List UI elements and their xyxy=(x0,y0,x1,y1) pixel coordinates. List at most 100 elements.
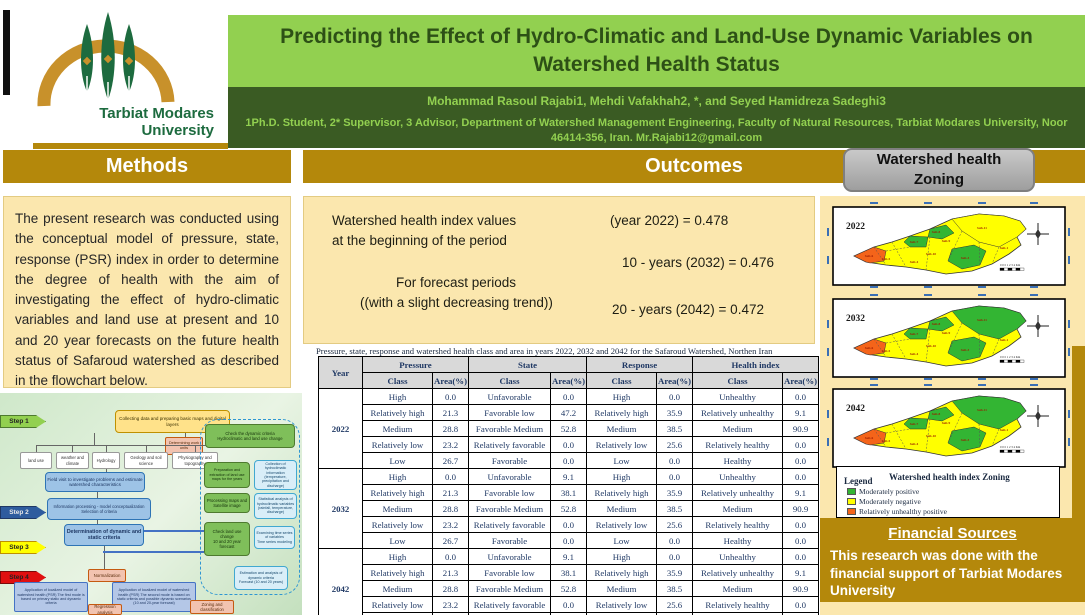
table-row: Relatively high21.3Favorable low47.2Rela… xyxy=(319,405,819,421)
table-cell: 25.6 xyxy=(657,517,693,533)
table-cell: 0.0 xyxy=(551,533,587,549)
subcol-area: Area(%) xyxy=(551,373,587,389)
table-cell: High xyxy=(587,389,657,405)
legend-item-positive: Moderately positive xyxy=(847,487,919,496)
table-cell: 26.7 xyxy=(433,533,469,549)
table-cell: 0.0 xyxy=(783,437,819,453)
table-row: 2042High0.0Unfavorable9.1High0.0Unhealth… xyxy=(319,549,819,565)
outcomes-intro-1: Watershed health index values xyxy=(332,213,516,228)
svg-text:Sub-7: Sub-7 xyxy=(910,422,919,426)
flowchart-info-processing-2: Selection of criteria xyxy=(81,509,117,514)
connector-line xyxy=(195,445,196,452)
table-cell: Relatively low xyxy=(587,517,657,533)
svg-text:0 0.5 1 2 3 4 Km: 0 0.5 1 2 3 4 Km xyxy=(1000,355,1021,359)
svg-text:Sub-7: Sub-7 xyxy=(910,240,919,244)
flowchart-processing-maps: Processing maps and Satellite image xyxy=(204,493,250,513)
outcomes-summary: Watershed health index values at the beg… xyxy=(303,196,815,344)
table-cell: Relatively healthy xyxy=(693,437,783,453)
university-logo-area: Tarbiat Modares University xyxy=(0,0,228,150)
svg-text:Sub-1: Sub-1 xyxy=(1000,246,1009,250)
subcol-class: Class xyxy=(693,373,783,389)
table-cell: 52.8 xyxy=(551,421,587,437)
table-cell: 35.9 xyxy=(657,405,693,421)
orange-swatch-icon xyxy=(847,508,856,515)
flowchart-landuse-maps: Preparation and extraction of land use m… xyxy=(204,462,250,488)
methods-heading: Methods xyxy=(3,150,291,183)
zoning-heading: Watershed health Zoning xyxy=(843,148,1035,192)
table-cell: 23.2 xyxy=(433,597,469,613)
table-cell: Medium xyxy=(363,501,433,517)
table-cell: 25.6 xyxy=(657,597,693,613)
table-cell: Favorable low xyxy=(469,565,551,581)
table-row: 2022High0.0Unfavorable0.0High0.0Unhealth… xyxy=(319,389,819,405)
connector-line xyxy=(104,546,105,569)
subcol-area: Area(%) xyxy=(433,373,469,389)
table-cell: 0.0 xyxy=(783,517,819,533)
connector-line xyxy=(97,520,98,524)
table-cell: High xyxy=(363,549,433,565)
outcomes-value-2032: 10 - years (2032) = 0.476 xyxy=(622,255,774,270)
subcol-area: Area(%) xyxy=(657,373,693,389)
table-cell: Low xyxy=(363,533,433,549)
table-cell: 0.0 xyxy=(657,549,693,565)
col-state: State xyxy=(469,357,587,373)
methods-heading-label: Methods xyxy=(106,155,188,178)
map-2032: 2032 Sub-1Sub-3Sub-4Sub-5Sub-6Sub-7Sub-8… xyxy=(826,292,1072,384)
connector-line-blue xyxy=(103,551,204,553)
year-cell: 2042 xyxy=(319,549,363,615)
table-cell: Unfavorable xyxy=(469,469,551,485)
title-band: Predicting the Effect of Hydro-Climatic … xyxy=(228,15,1085,87)
table-cell: Relatively high xyxy=(363,405,433,421)
table-row: Low26.7Favorable0.0Low0.0Healthy0.0 xyxy=(319,453,819,469)
table-row: Relatively low23.2Relatively favorable0.… xyxy=(319,437,819,453)
connector-line xyxy=(106,469,107,472)
connector-line xyxy=(36,445,37,452)
table-cell: 52.8 xyxy=(551,581,587,597)
svg-text:Sub-10: Sub-10 xyxy=(926,344,936,348)
table-cell: Relatively healthy xyxy=(693,517,783,533)
table-cell: 21.3 xyxy=(433,485,469,501)
table-cell: 0.0 xyxy=(551,389,587,405)
outcomes-forecast-2: ((with a slight decreasing trend)) xyxy=(360,295,553,310)
table-cell: Relatively low xyxy=(363,517,433,533)
svg-text:Sub-5: Sub-5 xyxy=(882,349,891,353)
table-cell: 38.1 xyxy=(551,485,587,501)
connector-line xyxy=(146,445,147,452)
table-row: Relatively high21.3Favorable low38.1Rela… xyxy=(319,485,819,501)
subcol-class: Class xyxy=(363,373,433,389)
svg-text:Sub-9: Sub-9 xyxy=(942,421,951,425)
table-cell: 47.2 xyxy=(551,405,587,421)
svg-text:0 0.5 1 2 3 4 Km: 0 0.5 1 2 3 4 Km xyxy=(1000,263,1021,267)
flowchart-regression: Regression analysis xyxy=(88,604,122,615)
table-row: Relatively low23.2Relatively favorable0.… xyxy=(319,517,819,533)
flowchart-statistical-analysis: Statistical analysis of hydroclimatic va… xyxy=(254,493,297,519)
table-cell: Low xyxy=(587,453,657,469)
table-cell: High xyxy=(363,469,433,485)
table-cell: Unfavorable xyxy=(469,389,551,405)
table-cell: Medium xyxy=(363,581,433,597)
col-response: Response xyxy=(587,357,693,373)
svg-text:Sub-5: Sub-5 xyxy=(882,439,891,443)
yellow-swatch-icon xyxy=(847,498,856,505)
connector-line xyxy=(106,445,107,452)
flowchart-step2: Step 2 xyxy=(0,506,46,519)
svg-text:Sub-8: Sub-8 xyxy=(932,412,941,416)
table-row: Relatively high21.3Favorable low38.1Rela… xyxy=(319,565,819,581)
table-cell: 38.5 xyxy=(657,501,693,517)
affiliation: 1Ph.D. Student, 2* Supervisor, 3 Advisor… xyxy=(228,116,1085,146)
outcomes-intro-2: at the beginning of the period xyxy=(332,233,507,248)
flowchart-determination: Determination of dynamic and static crit… xyxy=(64,524,144,546)
table-cell: Relatively unhealthy xyxy=(693,485,783,501)
financial-sources: Financial Sources This research was done… xyxy=(820,518,1085,602)
table-cell: Favorable Medium xyxy=(469,421,551,437)
svg-text:2042: 2042 xyxy=(846,404,865,414)
connector-line xyxy=(94,433,95,445)
flowchart-psr-first: Application of localized model of waters… xyxy=(14,582,88,612)
table-cell: Relatively high xyxy=(363,485,433,501)
table-cell: Relatively healthy xyxy=(693,597,783,613)
table-cell: 25.6 xyxy=(657,437,693,453)
flowchart-time-series-2: Time series modeling xyxy=(257,540,292,544)
table-cell: High xyxy=(587,469,657,485)
outcomes-value-2022: (year 2022) = 0.478 xyxy=(610,213,728,228)
map-2022: 2022 Sub-1Sub-3Sub-4Sub-5Sub-6Sub-7Sub-8… xyxy=(826,200,1072,292)
